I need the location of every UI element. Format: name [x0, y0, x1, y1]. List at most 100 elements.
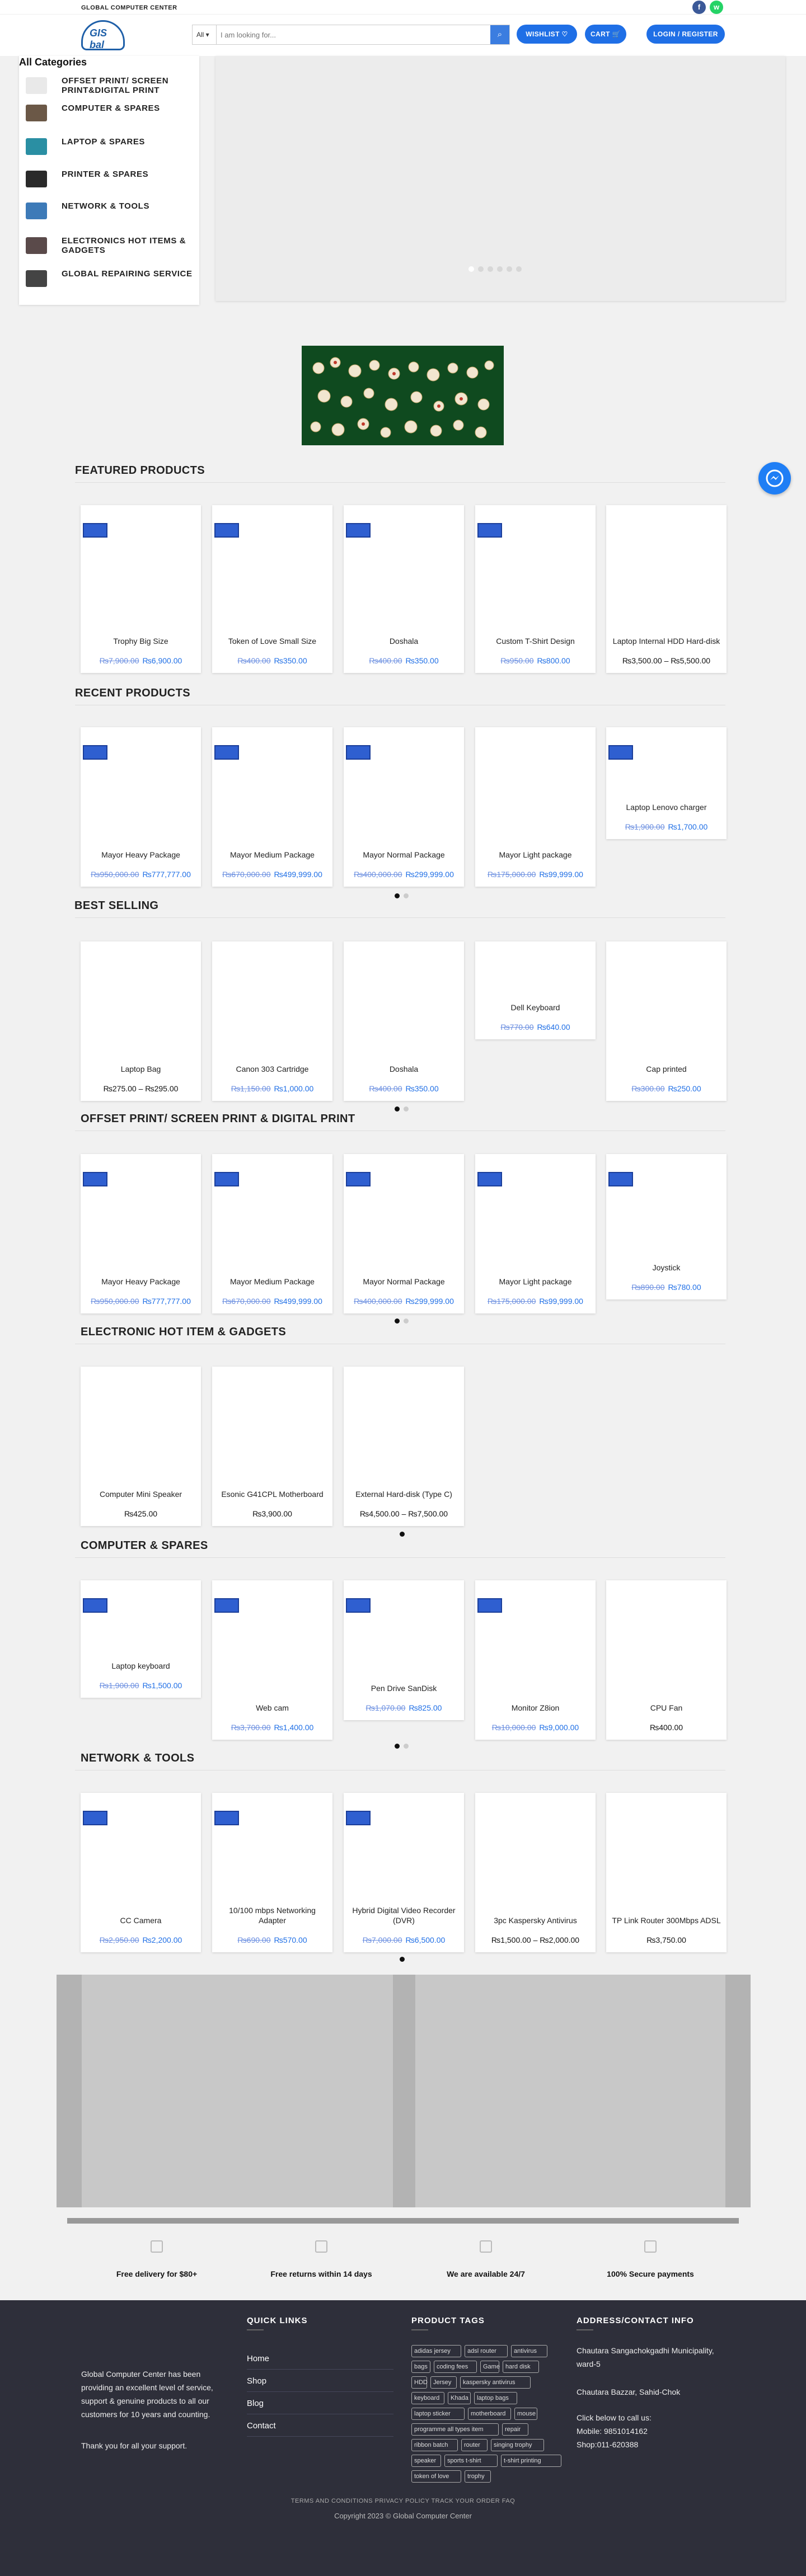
- product-tag[interactable]: router: [461, 2439, 488, 2451]
- product-name[interactable]: Custom T-Shirt Design: [480, 636, 591, 646]
- search-input[interactable]: [221, 25, 478, 44]
- sidebar-item[interactable]: PRINTER & SPARES: [19, 167, 199, 191]
- carousel-dot[interactable]: [395, 1744, 400, 1749]
- product-card[interactable]: Computer Mini Speaker ₨425.00: [81, 1367, 201, 1526]
- product-tag[interactable]: keyboard: [411, 2392, 444, 2404]
- slider-dot[interactable]: [507, 266, 512, 272]
- product-tag[interactable]: HDD: [411, 2376, 428, 2389]
- footer-link-blog[interactable]: Blog: [247, 2393, 393, 2414]
- wishlist-button[interactable]: WISHLIST ♡: [517, 25, 577, 44]
- product-tag[interactable]: antivirus: [511, 2345, 547, 2357]
- product-name[interactable]: Laptop keyboard: [85, 1661, 196, 1671]
- product-tag[interactable]: singing trophy: [491, 2439, 544, 2451]
- product-name[interactable]: 3pc Kaspersky Antivirus: [480, 1915, 591, 1925]
- product-tag[interactable]: bags: [411, 2361, 430, 2373]
- product-tag[interactable]: adidas jersey: [411, 2345, 461, 2357]
- footer-link-shop[interactable]: Shop: [247, 2371, 393, 2392]
- product-card[interactable]: Laptop keyboard ₨1,900.00 ₨1,500.00: [81, 1580, 201, 1698]
- product-card[interactable]: Laptop Lenovo charger ₨1,900.00 ₨1,700.00: [606, 727, 727, 839]
- product-tag[interactable]: t-shirt printing: [501, 2455, 561, 2467]
- promo-banner-image[interactable]: [302, 346, 504, 445]
- product-tag[interactable]: coding fees: [434, 2361, 477, 2373]
- product-name[interactable]: Trophy Big Size: [85, 636, 196, 646]
- product-tag[interactable]: Jersey: [430, 2376, 457, 2389]
- product-card[interactable]: Pen Drive SanDisk ₨1,070.00 ₨825.00: [344, 1580, 464, 1720]
- carousel-dot[interactable]: [395, 1106, 400, 1112]
- sidebar-item[interactable]: GLOBAL REPAIRING SERVICE: [19, 267, 199, 290]
- product-name[interactable]: CPU Fan: [611, 1703, 722, 1713]
- slider-dot[interactable]: [488, 266, 493, 272]
- product-card[interactable]: Mayor Medium Package ₨670,000.00 ₨499,999.…: [212, 1154, 332, 1313]
- footer-link-contact[interactable]: Contact: [247, 2415, 393, 2437]
- product-card[interactable]: Monitor Z8ion ₨10,000.00 ₨9,000.00: [475, 1580, 596, 1740]
- product-name[interactable]: Mayor Normal Package: [348, 850, 460, 860]
- product-card[interactable]: Esonic G41CPL Motherboard ₨3,900.00: [212, 1367, 332, 1526]
- carousel-dot[interactable]: [395, 893, 400, 898]
- product-name[interactable]: Computer Mini Speaker: [85, 1489, 196, 1499]
- product-card[interactable]: 3pc Kaspersky Antivirus ₨1,500.00 – ₨2,00…: [475, 1793, 596, 1952]
- product-name[interactable]: Mayor Heavy Package: [85, 1277, 196, 1287]
- product-tag[interactable]: Game: [480, 2361, 500, 2373]
- product-name[interactable]: Web cam: [217, 1703, 328, 1713]
- product-name[interactable]: Pen Drive SanDisk: [348, 1683, 460, 1693]
- product-name[interactable]: Canon 303 Cartridge: [217, 1064, 328, 1074]
- product-card[interactable]: Doshala ₨400.00 ₨350.00: [344, 505, 464, 673]
- product-name[interactable]: CC Camera: [85, 1915, 196, 1925]
- product-card[interactable]: Mayor Normal Package ₨400,000.00 ₨299,999.…: [344, 727, 464, 887]
- sidebar-item[interactable]: OFFSET PRINT/ SCREEN PRINT&DIGITAL PRINT: [19, 74, 199, 97]
- carousel-dot[interactable]: [400, 1532, 405, 1537]
- product-card[interactable]: Token of Love Small Size ₨400.00 ₨350.00: [212, 505, 332, 673]
- product-tag[interactable]: repair: [502, 2423, 528, 2436]
- slider-dot[interactable]: [516, 266, 522, 272]
- carousel-dot[interactable]: [400, 1957, 405, 1962]
- product-tag[interactable]: trophy: [465, 2470, 491, 2483]
- product-name[interactable]: Mayor Light package: [480, 850, 591, 860]
- product-tag[interactable]: adsl router: [465, 2345, 508, 2357]
- product-name[interactable]: Mayor Heavy Package: [85, 850, 196, 860]
- product-card[interactable]: Cap printed ₨300.00 ₨250.00: [606, 941, 727, 1101]
- product-card[interactable]: CPU Fan ₨400.00: [606, 1580, 727, 1740]
- login-register-button[interactable]: LOGIN / REGISTER: [646, 25, 725, 44]
- product-name[interactable]: Doshala: [348, 636, 460, 646]
- slider-dot[interactable]: [468, 266, 474, 272]
- product-name[interactable]: Laptop Bag: [85, 1064, 196, 1074]
- product-tag[interactable]: Khada: [448, 2392, 471, 2404]
- product-tag[interactable]: motherboard: [468, 2408, 511, 2420]
- product-name[interactable]: Esonic G41CPL Motherboard: [217, 1489, 328, 1499]
- product-name[interactable]: Mayor Medium Package: [217, 1277, 328, 1287]
- sidebar-item[interactable]: NETWORK & TOOLS: [19, 199, 199, 223]
- whatsapp-icon[interactable]: w: [710, 1, 723, 14]
- product-name[interactable]: TP Link Router 300Mbps ADSL: [611, 1915, 722, 1925]
- product-name[interactable]: Laptop Internal HDD Hard-disk: [611, 636, 722, 646]
- product-card[interactable]: Mayor Medium Package ₨670,000.00 ₨499,999.…: [212, 727, 332, 887]
- product-name[interactable]: Mayor Light package: [480, 1277, 591, 1287]
- mobile-number[interactable]: Mobile: 9851014162: [577, 2424, 722, 2438]
- product-card[interactable]: Mayor Normal Package ₨400,000.00 ₨299,999.…: [344, 1154, 464, 1313]
- carousel-dot[interactable]: [404, 1318, 409, 1324]
- product-name[interactable]: Cap printed: [611, 1064, 722, 1074]
- product-name[interactable]: Mayor Medium Package: [217, 850, 328, 860]
- product-card[interactable]: Laptop Internal HDD Hard-disk ₨3,500.00 –…: [606, 505, 727, 673]
- footer-bottom-links[interactable]: TERMS AND CONDITIONS PRIVACY POLICY TRAC…: [0, 2498, 806, 2504]
- product-card[interactable]: Canon 303 Cartridge ₨1,150.00 ₨1,000.00: [212, 941, 332, 1101]
- product-card[interactable]: Trophy Big Size ₨7,900.00 ₨6,900.00: [81, 505, 201, 673]
- product-card[interactable]: Mayor Light package ₨175,000.00 ₨99,999.00: [475, 727, 596, 887]
- carousel-dot[interactable]: [404, 893, 409, 898]
- product-tag[interactable]: sports t-shirt: [444, 2455, 498, 2467]
- product-tag[interactable]: hard disk: [503, 2361, 539, 2373]
- messenger-chat-button[interactable]: [758, 462, 791, 495]
- sidebar-item[interactable]: COMPUTER & SPARES: [19, 101, 199, 125]
- category-select[interactable]: All ▾: [193, 25, 217, 44]
- product-tag[interactable]: laptop sticker: [411, 2408, 465, 2420]
- sidebar-item[interactable]: ELECTRONICS HOT ITEMS & GADGETS: [19, 234, 199, 257]
- product-card[interactable]: Custom T-Shirt Design ₨950.00 ₨800.00: [475, 505, 596, 673]
- product-tag[interactable]: mouse: [514, 2408, 537, 2420]
- product-card[interactable]: Hybrid Digital Video Recorder (DVR) ₨7,00…: [344, 1793, 464, 1952]
- site-logo[interactable]: GIS bal: [81, 20, 125, 50]
- product-card[interactable]: Web cam ₨3,700.00 ₨1,400.00: [212, 1580, 332, 1740]
- shop-phone[interactable]: Shop:011-620388: [577, 2438, 722, 2451]
- product-card[interactable]: Doshala ₨400.00 ₨350.00: [344, 941, 464, 1101]
- product-tag[interactable]: kaspersky antivirus: [460, 2376, 531, 2389]
- product-name[interactable]: Laptop Lenovo charger: [611, 802, 722, 812]
- carousel-dot[interactable]: [404, 1744, 409, 1749]
